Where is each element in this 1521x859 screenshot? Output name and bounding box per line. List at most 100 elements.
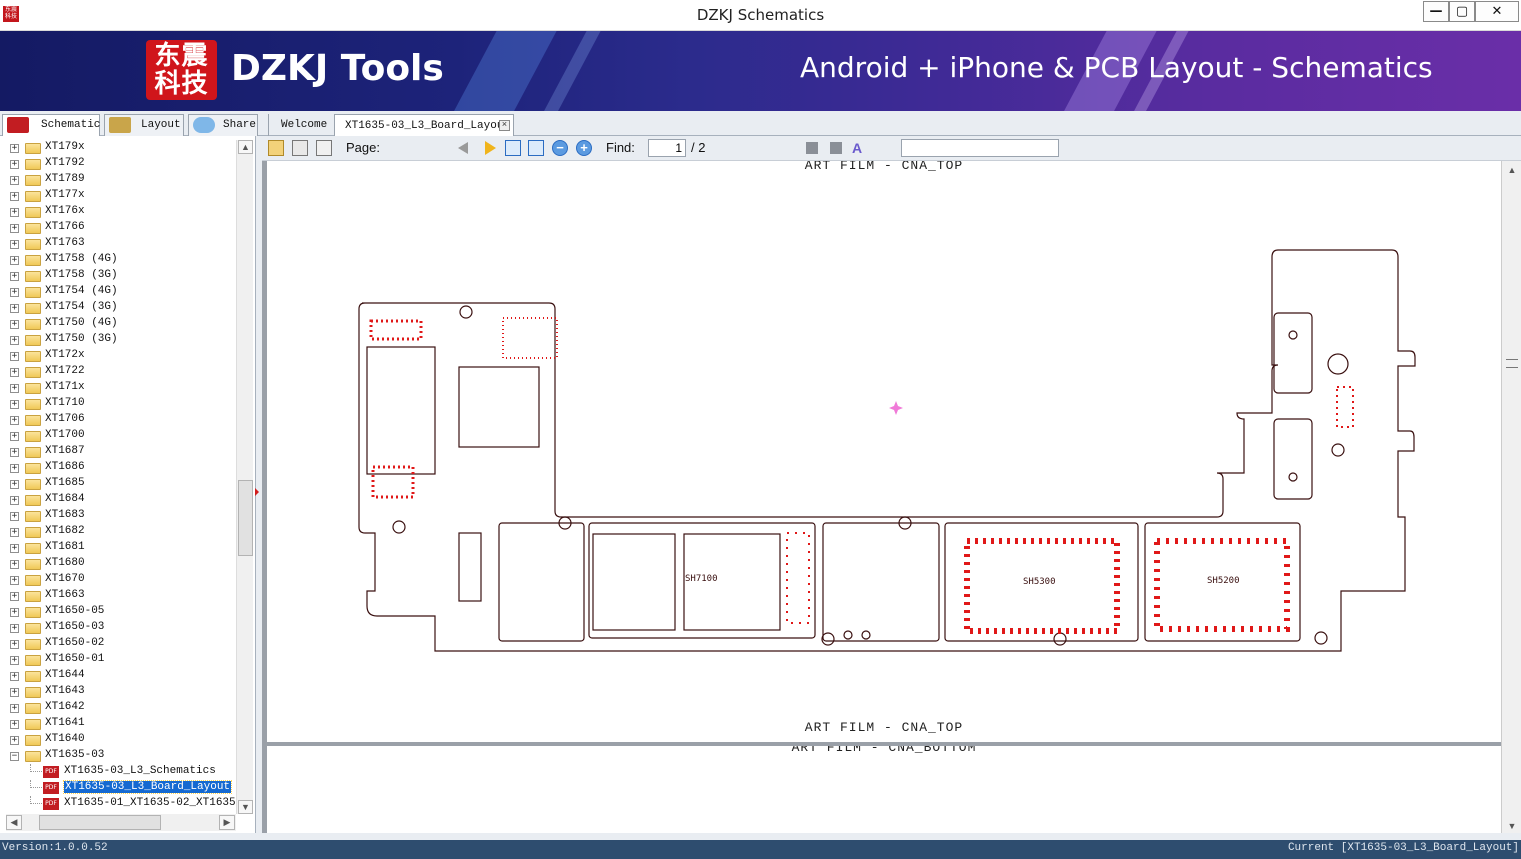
tree-folder[interactable]: + XT1750 (3G) xyxy=(0,332,236,348)
tree-folder[interactable]: − XT1635-03 xyxy=(0,748,236,764)
expand-icon[interactable]: + xyxy=(10,736,19,745)
tab-welcome[interactable]: Welcome xyxy=(268,114,334,136)
tree-folder[interactable]: + XT171x xyxy=(0,380,236,396)
zoom-out-icon[interactable]: − xyxy=(552,140,568,156)
panel-splitter-handle[interactable] xyxy=(255,486,259,498)
find-input[interactable] xyxy=(901,139,1059,157)
tree-folder[interactable]: + XT177x xyxy=(0,188,236,204)
expand-icon[interactable]: + xyxy=(10,208,19,217)
tree-folder[interactable]: + XT1706 xyxy=(0,412,236,428)
expand-icon[interactable]: + xyxy=(10,640,19,649)
zoom-in-icon[interactable]: + xyxy=(576,140,592,156)
expand-icon[interactable]: + xyxy=(10,320,19,329)
expand-icon[interactable]: + xyxy=(10,480,19,489)
close-button[interactable]: ✕ xyxy=(1475,1,1519,22)
tree-folder[interactable]: + XT1650-01 xyxy=(0,652,236,668)
expand-icon[interactable]: + xyxy=(10,512,19,521)
expand-icon[interactable]: + xyxy=(10,688,19,697)
expand-icon[interactable]: + xyxy=(10,448,19,457)
find-previous-icon[interactable] xyxy=(804,140,820,156)
expand-icon[interactable]: + xyxy=(10,144,19,153)
tree-folder[interactable]: + XT1700 xyxy=(0,428,236,444)
tree-folder[interactable]: + XT1758 (3G) xyxy=(0,268,236,284)
page-number-input[interactable]: 1 xyxy=(648,139,686,157)
tree-folder[interactable]: + XT1687 xyxy=(0,444,236,460)
tree-folder[interactable]: + XT1640 xyxy=(0,732,236,748)
tree-folder[interactable]: + XT1754 (3G) xyxy=(0,300,236,316)
expand-icon[interactable]: + xyxy=(10,176,19,185)
expand-icon[interactable]: + xyxy=(10,384,19,393)
tree-folder[interactable]: + XT1681 xyxy=(0,540,236,556)
tree-folder[interactable]: + XT1670 xyxy=(0,572,236,588)
expand-icon[interactable]: + xyxy=(10,240,19,249)
tree-folder[interactable]: + XT1644 xyxy=(0,668,236,684)
maximize-button[interactable]: ▢ xyxy=(1449,1,1475,22)
tree-folder[interactable]: + XT1763 xyxy=(0,236,236,252)
tree-file[interactable]: PDF XT1635-03_L3_Schematics xyxy=(0,764,236,780)
expand-icon[interactable]: + xyxy=(10,304,19,313)
tree-folder[interactable]: + XT1682 xyxy=(0,524,236,540)
tree-folder[interactable]: + XT1686 xyxy=(0,460,236,476)
expand-icon[interactable]: + xyxy=(10,368,19,377)
next-page-icon[interactable] xyxy=(482,140,498,156)
document-viewer[interactable]: ART FILM - CNA_TOP SH7100 SH5300 SH5200 … xyxy=(262,161,1521,833)
expand-icon[interactable]: + xyxy=(10,288,19,297)
tree-folder[interactable]: + XT1758 (4G) xyxy=(0,252,236,268)
expand-icon[interactable]: + xyxy=(10,528,19,537)
tree-folder[interactable]: + XT1766 xyxy=(0,220,236,236)
tree-folder[interactable]: + XT1643 xyxy=(0,684,236,700)
tab-share[interactable]: Share xyxy=(188,114,258,136)
tree-folder[interactable]: + XT1750 (4G) xyxy=(0,316,236,332)
print-icon[interactable] xyxy=(292,140,308,156)
collapse-icon[interactable]: − xyxy=(10,752,19,761)
expand-icon[interactable]: + xyxy=(10,256,19,265)
tree-folder[interactable]: + XT179x xyxy=(0,140,236,156)
expand-icon[interactable]: + xyxy=(10,544,19,553)
expand-icon[interactable]: + xyxy=(10,464,19,473)
tree-file[interactable]: PDF XT1635-01_XT1635-02_XT1635-03 xyxy=(0,796,236,812)
expand-icon[interactable]: + xyxy=(10,224,19,233)
copy-icon[interactable] xyxy=(268,140,284,156)
minimize-button[interactable]: — xyxy=(1423,1,1449,22)
expand-icon[interactable]: + xyxy=(10,608,19,617)
expand-icon[interactable]: + xyxy=(10,672,19,681)
doc-scroll-thumb[interactable] xyxy=(1506,359,1518,368)
expand-icon[interactable]: + xyxy=(10,720,19,729)
scroll-right-icon[interactable]: ▶ xyxy=(219,815,235,830)
fit-page-icon[interactable] xyxy=(528,140,544,156)
expand-icon[interactable]: + xyxy=(10,592,19,601)
expand-icon[interactable]: + xyxy=(10,352,19,361)
tree-folder[interactable]: + XT1789 xyxy=(0,172,236,188)
previous-page-icon[interactable] xyxy=(455,140,471,156)
tree-folder[interactable]: + XT1641 xyxy=(0,716,236,732)
scroll-left-icon[interactable]: ◀ xyxy=(6,815,22,830)
tree-folder[interactable]: + XT1710 xyxy=(0,396,236,412)
expand-icon[interactable]: + xyxy=(10,192,19,201)
tree-folder[interactable]: + XT1754 (4G) xyxy=(0,284,236,300)
scroll-down-icon[interactable]: ▼ xyxy=(238,800,253,814)
tree-hscroll-thumb[interactable] xyxy=(39,815,161,830)
tree-folder[interactable]: + XT176x xyxy=(0,204,236,220)
expand-icon[interactable]: + xyxy=(10,160,19,169)
tree-folder[interactable]: + XT1650-02 xyxy=(0,636,236,652)
match-case-icon[interactable]: A xyxy=(852,140,868,156)
pages-icon[interactable] xyxy=(316,140,332,156)
expand-icon[interactable]: + xyxy=(10,496,19,505)
fit-width-icon[interactable] xyxy=(505,140,521,156)
tab-schematic[interactable]: Schematic xyxy=(2,114,100,137)
tree-horizontal-scrollbar[interactable]: ◀ ▶ xyxy=(6,814,236,831)
tab-close-icon[interactable]: × xyxy=(499,120,510,131)
expand-icon[interactable]: + xyxy=(10,400,19,409)
find-next-icon[interactable] xyxy=(828,140,844,156)
tab-layout[interactable]: Layout xyxy=(104,114,184,136)
expand-icon[interactable]: + xyxy=(10,576,19,585)
tree-folder[interactable]: + XT1684 xyxy=(0,492,236,508)
expand-icon[interactable]: + xyxy=(10,416,19,425)
expand-icon[interactable]: + xyxy=(10,656,19,665)
expand-icon[interactable]: + xyxy=(10,624,19,633)
expand-icon[interactable]: + xyxy=(10,272,19,281)
tree-vertical-scrollbar[interactable]: ▲ ▼ xyxy=(236,140,253,814)
tree-folder[interactable]: + XT1663 xyxy=(0,588,236,604)
tree-folder[interactable]: + XT172x xyxy=(0,348,236,364)
expand-icon[interactable]: + xyxy=(10,704,19,713)
